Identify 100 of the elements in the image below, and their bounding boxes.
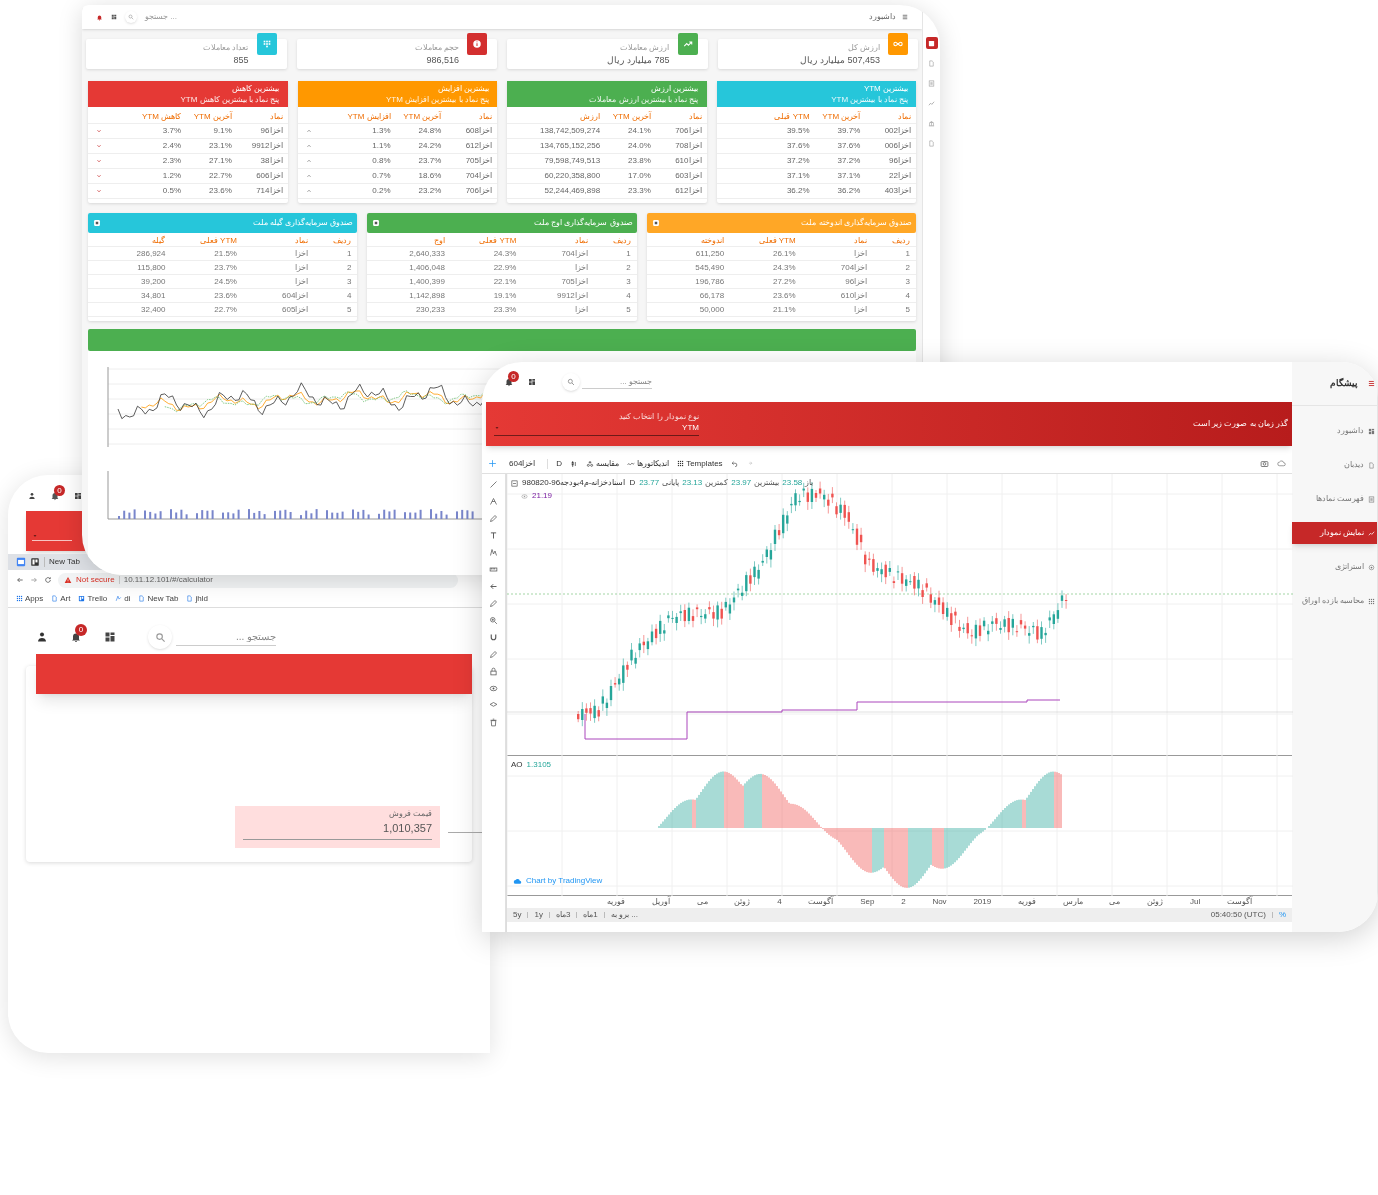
table-cell-text: 24.0% [627, 140, 651, 152]
sidebar-item[interactable]: نمایش نمودار [1292, 522, 1377, 544]
table-cell-text: 24.2% [417, 140, 442, 152]
axis-label: آگوست [808, 897, 834, 907]
table-cell-text: اخزا603 [674, 170, 702, 182]
table-cell-text: 23.1% [208, 140, 232, 152]
table-cell-text: 2.4% [161, 140, 182, 152]
page-title: داشبورد [869, 11, 896, 23]
bookmark-link[interactable]: Apps [16, 592, 44, 605]
table-cell-text: 23.6% [771, 289, 796, 302]
column-header: YTM قبلی [773, 110, 810, 123]
bookmark-link[interactable]: Trello [78, 592, 108, 605]
table-cell-text: اخزا [573, 261, 588, 274]
table-cell-text: 22.7% [213, 303, 237, 316]
table-cell-text: 1.1% [371, 140, 391, 152]
column-header: ارزش [579, 110, 601, 123]
sidebar-item[interactable]: داشبورد [1292, 420, 1377, 442]
axis-label: ژوئن [1147, 897, 1164, 907]
table-cell-text: اخزا714 [255, 185, 283, 197]
table-cell-text: 2.3% [161, 155, 182, 167]
goto-button[interactable]: برو به ... [610, 909, 638, 921]
table-cell-text: اخزا9912 [250, 140, 283, 152]
table-cell-text: 23.7% [213, 261, 237, 274]
table-cell-text: 37.1% [836, 170, 861, 182]
table-cell-text: 23.3% [627, 185, 651, 197]
column-header: نماد [573, 235, 588, 247]
card-subtitle: پنج نماد با بیشترین YTM [830, 94, 908, 105]
range-button[interactable]: 1ماه [583, 909, 598, 921]
indicator-value: 1.3105 [526, 759, 552, 771]
table-cell-text: 66,178 [698, 289, 725, 302]
range-button[interactable]: 5y [513, 909, 522, 921]
field-label: قیمت فروش [388, 808, 432, 820]
table-cell-text: 1.2% [161, 170, 182, 182]
axis-label: Jul [1190, 897, 1201, 907]
card-subtitle: پنج نماد با بیشترین افزایش YTM [385, 94, 489, 105]
table-cell-text: اخزا9912 [556, 289, 588, 302]
table-cell-text: 1 [904, 247, 910, 260]
sidebar-item[interactable]: فهرست نمادها [1292, 488, 1377, 510]
indicators-button[interactable]: اندیکاتورها [627, 457, 670, 470]
column-header: آخرین YTM [402, 110, 442, 123]
table-cell-text: 52,244,469,898 [543, 185, 601, 197]
sidebar-item[interactable]: محاسبه بازده اوراق [1292, 590, 1377, 612]
ohlc-value: 23.97 [731, 477, 752, 489]
table-cell-text: 2 [904, 261, 910, 274]
table-cell-text: 37.6% [836, 140, 861, 152]
table-cell-text: 32,400 [140, 303, 166, 316]
browser-tab[interactable]: New Tab [49, 556, 80, 568]
table-cell-text: 0.8% [371, 155, 391, 167]
field-value: 1,010,357 [243, 820, 432, 840]
sidebar-item[interactable]: دیدبان [1292, 454, 1377, 476]
table-cell-text: 23.6% [213, 289, 237, 302]
table-cell-text: 79,598,749,513 [543, 155, 601, 167]
axis-label: Sep [860, 897, 875, 907]
table-cell-text: اخزا705 [560, 275, 588, 288]
interval-button[interactable]: D [556, 457, 563, 470]
table-cell-text: اخزا605 [281, 303, 309, 316]
table-cell-text: اخزا704 [464, 170, 492, 182]
select-value: YTM [682, 422, 699, 434]
bookmark-link[interactable]: New Tab [138, 592, 179, 605]
table-cell-text: اخزا606 [255, 170, 283, 182]
column-header: YTM فعلی [198, 235, 237, 247]
search-field[interactable]: جستجو ... [582, 375, 652, 389]
sidebar-item[interactable]: استراتژی [1292, 556, 1377, 578]
bookmark-link[interactable]: jhld [186, 592, 208, 605]
table-cell-text: 21.1% [771, 303, 796, 316]
column-header: نماد [897, 110, 911, 123]
brand-name: پیشگام [1330, 376, 1358, 391]
bookmark-link[interactable]: Art [51, 592, 71, 605]
card-title: بیشترین کاهش [231, 83, 280, 94]
table-cell-text: 39.7% [836, 125, 861, 137]
security-warning: Not secure [76, 574, 115, 586]
search-field[interactable]: جستجو ... [176, 628, 276, 646]
compare-button[interactable]: مقایسه [586, 457, 620, 470]
table-cell-text: اخزا704 [839, 261, 868, 274]
table-cell-text: 5 [345, 303, 352, 316]
table-cell-text: اخزا706 [674, 125, 702, 137]
table-cell-text: 3 [625, 275, 631, 288]
table-cell-text: 2,640,333 [408, 247, 445, 260]
table-cell-text: 0.5% [161, 185, 182, 197]
table-cell-text: اخزا610 [839, 289, 868, 302]
bookmark-link[interactable]: di [115, 592, 131, 605]
card-title: بیشترین YTM [862, 83, 908, 94]
table-cell-text: 39.5% [785, 125, 810, 137]
table-cell-text: 1.3% [371, 125, 391, 137]
column-header: آخرین YTM [611, 110, 651, 123]
range-button[interactable]: 1y [534, 909, 543, 921]
range-button[interactable]: 3ماه [555, 909, 571, 921]
column-header: اوج [432, 235, 445, 247]
column-header: ردیف [611, 235, 631, 247]
templates-button[interactable]: Templates [677, 457, 723, 470]
table-cell-text: اخزا612 [674, 185, 702, 197]
ohlc-value: 23.77 [639, 477, 660, 489]
indicator-name: AO [511, 759, 523, 771]
ohlc-value: 23.58 [782, 477, 803, 489]
symbol-button[interactable]: اخزا604 [505, 457, 540, 470]
url-text: 10.11.12.101/#/calculator [123, 574, 213, 586]
table-cell-text: اخزا403 [883, 185, 911, 197]
stat-value: 986,516 [426, 54, 459, 66]
table-cell-text: 134,765,152,256 [539, 140, 601, 152]
table-cell-text: 4 [625, 289, 631, 302]
